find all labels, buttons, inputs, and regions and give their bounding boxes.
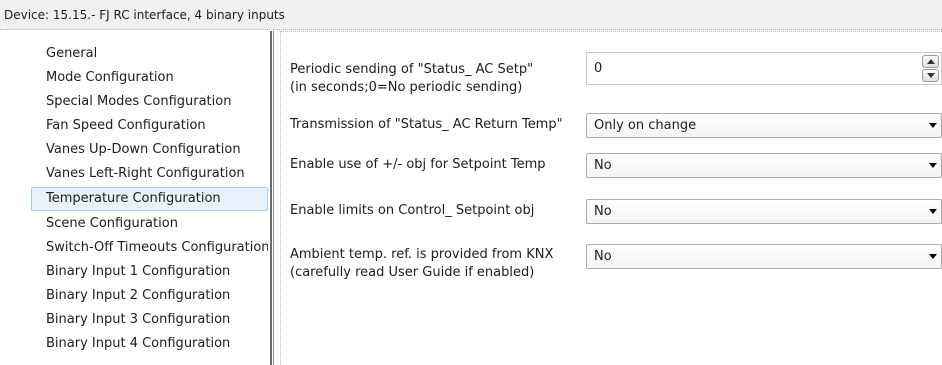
- sidebar-item-binary-input-2-configuration[interactable]: Binary Input 2 Configuration: [31, 284, 268, 308]
- sidebar-item-binary-input-3-configuration[interactable]: Binary Input 3 Configuration: [31, 308, 268, 332]
- chevron-down-icon: [929, 254, 937, 259]
- enable-plus-minus-value: No: [594, 158, 612, 173]
- periodic-sending-label: Periodic sending of "Status_ AC Setp": [290, 62, 534, 77]
- sidebar-item-fan-speed-configuration[interactable]: Fan Speed Configuration: [31, 114, 268, 138]
- sidebar-item-binary-input-1-configuration[interactable]: Binary Input 1 Configuration: [31, 260, 268, 284]
- sidebar-item-scene-configuration[interactable]: Scene Configuration: [31, 212, 268, 236]
- periodic-sending-value: 0: [594, 61, 603, 76]
- sidebar-item-vanes-left-right-configuration[interactable]: Vanes Left-Right Configuration: [31, 162, 268, 186]
- sidebar-item-temperature-configuration[interactable]: Temperature Configuration: [31, 187, 268, 211]
- ambient-temp-sublabel: (carefully read User Guide if enabled): [290, 265, 535, 280]
- sidebar-item-vanes-up-down-configuration[interactable]: Vanes Up-Down Configuration: [31, 138, 268, 162]
- spin-up-icon[interactable]: [922, 55, 939, 68]
- enable-plus-minus-select[interactable]: No: [586, 153, 942, 178]
- sidebar-item-mode-configuration[interactable]: Mode Configuration: [31, 66, 268, 90]
- enable-limits-select[interactable]: No: [586, 199, 942, 224]
- spin-down-icon[interactable]: [922, 69, 939, 82]
- sidebar-item-switch-off-timeouts-configuration[interactable]: Switch-Off Timeouts Configuration: [31, 236, 268, 260]
- enable-limits-value: No: [594, 204, 612, 219]
- transmission-label: Transmission of "Status_ AC Return Temp": [290, 117, 563, 132]
- device-title-bar: Device: 15.15.- FJ RC interface, 4 binar…: [0, 0, 942, 30]
- sidebar-nav: General Mode Configuration Special Modes…: [0, 31, 270, 365]
- sidebar-item-binary-input-4-configuration[interactable]: Binary Input 4 Configuration: [31, 332, 268, 356]
- transmission-value: Only on change: [594, 118, 697, 133]
- ambient-temp-label: Ambient temp. ref. is provided from KNX: [290, 247, 554, 262]
- transmission-select[interactable]: Only on change: [586, 113, 942, 138]
- splitter-handle[interactable]: [270, 31, 272, 365]
- chevron-down-icon: [929, 209, 937, 214]
- sidebar-item-general[interactable]: General: [31, 42, 268, 66]
- enable-plus-minus-label: Enable use of +/- obj for Setpoint Temp: [290, 157, 546, 172]
- ambient-temp-select[interactable]: No: [586, 244, 942, 269]
- ambient-temp-value: No: [594, 249, 612, 264]
- splitter-line: [273, 31, 274, 365]
- enable-limits-label: Enable limits on Control_ Setpoint obj: [290, 203, 535, 218]
- device-title: Device: 15.15.- FJ RC interface, 4 binar…: [4, 8, 285, 22]
- chevron-down-icon: [929, 163, 937, 168]
- periodic-sending-sublabel: (in seconds;0=No periodic sending): [290, 80, 523, 95]
- sidebar-item-special-modes-configuration[interactable]: Special Modes Configuration: [31, 90, 268, 114]
- spin-buttons: [922, 55, 939, 83]
- periodic-sending-spinbox[interactable]: 0: [586, 52, 942, 85]
- chevron-down-icon: [929, 123, 937, 128]
